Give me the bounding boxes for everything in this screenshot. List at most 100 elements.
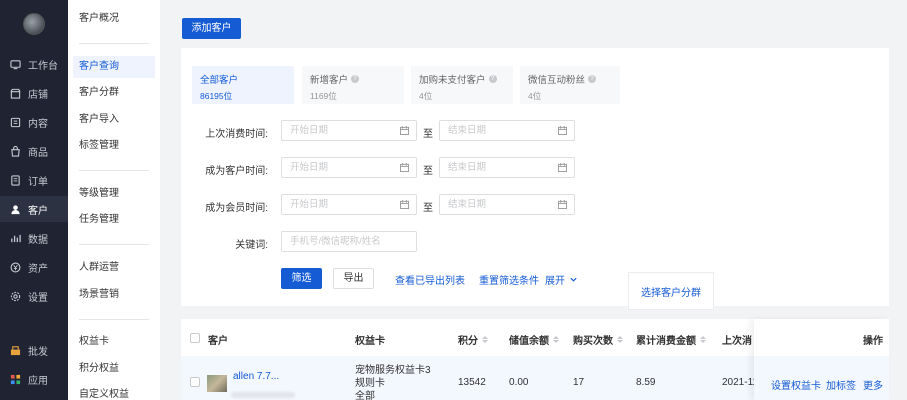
set-card-link[interactable]: 设置权益卡: [771, 377, 821, 392]
more-link[interactable]: 更多: [863, 377, 883, 392]
became-member-start[interactable]: 开始日期: [281, 194, 417, 215]
subnav-crowd[interactable]: 人群运营: [73, 257, 155, 279]
segment-count: 4位: [528, 91, 542, 101]
nav-content[interactable]: 内容: [0, 109, 68, 135]
masked-phone: [231, 392, 295, 398]
sort-icon[interactable]: [553, 336, 559, 343]
select-group-button[interactable]: 选择客户分群: [628, 272, 714, 310]
subnav-scene[interactable]: 场景营销: [73, 284, 155, 306]
reset-filters-link[interactable]: 重置筛选条件: [479, 272, 539, 287]
subnav-import[interactable]: 客户导入: [73, 109, 155, 131]
segment-wechat-fans[interactable]: 微信互动粉丝? 4位: [520, 66, 620, 104]
became-customer-end[interactable]: 结束日期: [439, 157, 575, 178]
keyword-label: 关键词:: [235, 240, 268, 251]
divider: [79, 244, 149, 245]
placeholder: 开始日期: [290, 199, 329, 210]
calendar-icon: [400, 126, 409, 135]
became-member-label: 成为会员时间:: [205, 203, 268, 214]
subnav-benefit-card[interactable]: 权益卡: [73, 331, 155, 353]
subnav-points[interactable]: 积分权益: [73, 358, 155, 380]
asset-icon: [10, 262, 21, 273]
card-line: 宠物服务权益卡3: [355, 365, 431, 376]
help-icon[interactable]: ?: [588, 75, 597, 83]
subnav-custom-benefit[interactable]: 自定义权益: [73, 384, 155, 400]
view-exports-link[interactable]: 查看已导出列表: [395, 272, 465, 287]
nav-apps[interactable]: 应用: [0, 366, 68, 392]
expand-link[interactable]: 展开: [545, 272, 578, 287]
subnav-overview[interactable]: 客户概况: [73, 8, 155, 30]
sort-icon[interactable]: [700, 336, 706, 343]
placeholder: 开始日期: [290, 162, 329, 173]
divider: [79, 43, 149, 44]
add-tag-link[interactable]: 加标签: [826, 377, 856, 392]
nav-goods[interactable]: 商品: [0, 138, 68, 164]
nav-customer[interactable]: 客户: [0, 196, 68, 222]
customer-icon: [10, 204, 21, 215]
col-label: 积分: [458, 336, 478, 347]
segment-new[interactable]: 新增客户? 1169位: [302, 66, 404, 104]
nav-label: 客户: [28, 205, 48, 217]
data-icon: [10, 233, 21, 244]
help-icon[interactable]: ?: [351, 75, 360, 83]
segment-all[interactable]: 全部客户 86195位: [192, 66, 294, 104]
sort-icon[interactable]: [617, 336, 623, 343]
add-customer-button[interactable]: 添加客户: [182, 18, 241, 39]
sort-icon[interactable]: [482, 336, 488, 343]
export-button[interactable]: 导出: [333, 268, 374, 289]
placeholder: 结束日期: [448, 125, 487, 136]
nav-label: 内容: [28, 118, 48, 130]
segment-title: 加购未支付客户: [419, 75, 486, 86]
last-purchase-end[interactable]: 结束日期: [439, 120, 575, 141]
help-icon[interactable]: ?: [488, 75, 497, 83]
keyword-input[interactable]: 手机号/微信昵称/姓名: [281, 231, 417, 252]
col-balance[interactable]: 储值余额: [509, 332, 559, 347]
card-line: 规则卡: [355, 378, 385, 389]
col-last: 上次消: [722, 336, 752, 347]
became-customer-start[interactable]: 开始日期: [281, 157, 417, 178]
placeholder: 开始日期: [290, 125, 329, 136]
col-purchases[interactable]: 购买次数: [573, 332, 623, 347]
nav-label: 工作台: [28, 60, 58, 72]
customer-name-link[interactable]: allen 7.7...: [233, 371, 279, 382]
nav-settings[interactable]: 设置: [0, 283, 68, 309]
divider: [79, 170, 149, 171]
subnav-segments[interactable]: 客户分群: [73, 82, 155, 104]
col-spent[interactable]: 累计消费金额: [636, 332, 706, 347]
col-ops: 操作: [863, 336, 883, 347]
nav-order[interactable]: 订单: [0, 167, 68, 193]
subnav-levels[interactable]: 等级管理: [73, 183, 155, 205]
became-member-end[interactable]: 结束日期: [439, 194, 575, 215]
wholesale-icon: [10, 345, 21, 356]
last-purchase-start[interactable]: 开始日期: [281, 120, 417, 141]
expand-label: 展开: [545, 276, 565, 287]
col-label: 累计消费金额: [636, 336, 696, 347]
goods-icon: [10, 145, 21, 157]
filter-button[interactable]: 筛选: [281, 268, 322, 289]
segment-title: 微信互动粉丝: [528, 75, 586, 86]
settings-icon: [10, 291, 21, 302]
nav-asset[interactable]: 资产: [0, 254, 68, 280]
nav-data[interactable]: 数据: [0, 225, 68, 251]
customer-avatar: [207, 375, 227, 392]
nav-label: 应用: [28, 375, 48, 387]
nav-label: 数据: [28, 234, 48, 246]
last-purchase-label: 上次消费时间:: [205, 129, 268, 140]
calendar-icon: [400, 163, 409, 172]
card-line: 全部: [355, 391, 375, 400]
primary-sidebar: 工作台 店铺 内容 商品 订单 客户 数据 资产 设置 批发 应用: [0, 0, 68, 400]
segment-cart-unpaid[interactable]: 加购未支付客户? 4位: [411, 66, 513, 104]
range-separator: 至: [423, 166, 433, 177]
subnav-tags[interactable]: 标签管理: [73, 135, 155, 157]
nav-wholesale[interactable]: 批发: [0, 337, 68, 363]
nav-store[interactable]: 店铺: [0, 80, 68, 106]
subnav-tasks[interactable]: 任务管理: [73, 209, 155, 231]
row-checkbox[interactable]: [190, 377, 200, 387]
purchases-cell: 17: [573, 377, 585, 388]
nav-dashboard[interactable]: 工作台: [0, 51, 68, 77]
subnav-query[interactable]: 客户查询: [73, 56, 155, 78]
placeholder: 结束日期: [448, 199, 487, 210]
col-points[interactable]: 积分: [458, 332, 488, 347]
shop-avatar[interactable]: [23, 13, 45, 35]
nav-label: 设置: [28, 292, 48, 304]
select-all-checkbox[interactable]: [190, 333, 200, 343]
